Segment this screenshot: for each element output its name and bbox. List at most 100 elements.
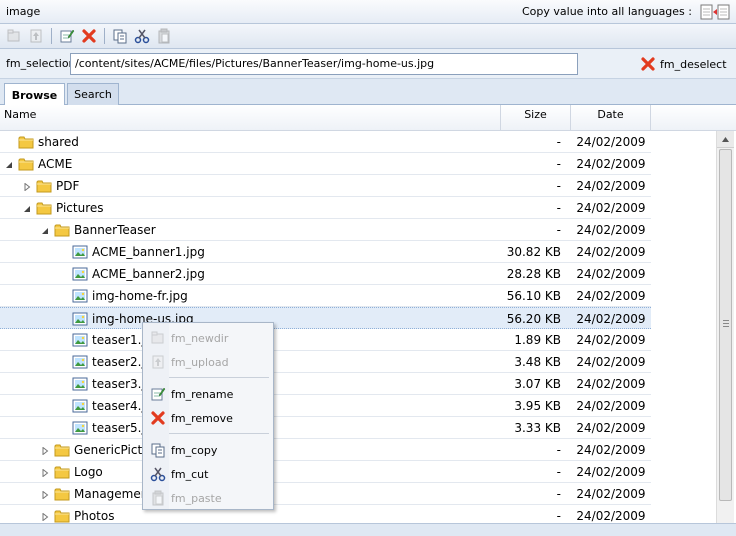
selection-path-input[interactable]	[70, 52, 578, 75]
copy-languages: Copy value into all languages :	[522, 4, 730, 20]
remove-icon	[82, 29, 96, 43]
context-menu-item-paste[interactable]: fm_paste	[145, 487, 271, 509]
context-menu-item-remove[interactable]: fm_remove	[145, 407, 271, 429]
remove-icon	[641, 57, 655, 71]
deselect-button[interactable]: fm_deselect	[640, 56, 727, 72]
column-date[interactable]: Date	[571, 105, 651, 131]
image-file-icon	[72, 266, 88, 282]
new-folder-icon	[145, 330, 171, 346]
tree-row-folder[interactable]: GenericPictures -24/02/2009	[0, 439, 651, 461]
rename-icon	[145, 386, 171, 402]
tree-item-size: 1.89 KB	[514, 333, 561, 347]
tree-item-name: PDF	[56, 179, 80, 193]
tree-row-folder[interactable]: shared - 24/02/2009	[0, 131, 651, 153]
tree-item-size: -	[556, 509, 561, 523]
tree-item-date: 24/02/2009	[576, 312, 646, 326]
tree-item-date: 24/02/2009	[576, 465, 646, 479]
tree-item-size: 56.20 KB	[506, 312, 561, 326]
tree-row-file[interactable]: img-home-us.jpg 56.20 KB 24/02/2009	[0, 307, 651, 329]
expand-toggle-icon[interactable]	[41, 467, 49, 478]
image-file-icon	[72, 311, 88, 327]
expand-toggle-icon[interactable]	[41, 511, 49, 522]
context-menu-item-copy[interactable]: fm_copy	[145, 439, 271, 461]
upload-icon	[145, 354, 171, 370]
tree-item-name: Photos	[74, 509, 115, 523]
folder-icon	[54, 222, 70, 238]
tree-row-file[interactable]: teaser2.jpg 3.48 KB 24/02/2009	[0, 351, 651, 373]
tree-item-size: -	[556, 465, 561, 479]
column-name[interactable]: Name	[0, 105, 501, 131]
tree-item-size: -	[556, 223, 561, 237]
scroll-grip	[723, 320, 729, 328]
tree-item-name: BannerTeaser	[74, 223, 156, 237]
toolbar-remove-button[interactable]	[79, 26, 99, 46]
tree-item-date: 24/02/2009	[576, 421, 646, 435]
folder-icon	[18, 134, 34, 150]
tree-item-size: -	[556, 157, 561, 171]
tree-row-file[interactable]: teaser5.jpg 3.33 KB 24/02/2009	[0, 417, 651, 439]
tree-row-folder[interactable]: Pictures - 24/02/2009	[0, 197, 651, 219]
column-size[interactable]: Size	[501, 105, 571, 131]
context-menu-item-upload[interactable]: fm_upload	[145, 351, 271, 373]
expand-toggle-icon[interactable]	[41, 489, 49, 500]
tree-row-file[interactable]: teaser4.jpg 3.95 KB 24/02/2009	[0, 395, 651, 417]
tree-item-name: img-home-fr.jpg	[92, 289, 188, 303]
context-menu-label: fm_upload	[171, 355, 229, 369]
arrow-up-icon	[722, 137, 729, 142]
tree-row-folder[interactable]: Management -24/02/2009	[0, 483, 651, 505]
title-bar: image Copy value into all languages :	[0, 0, 736, 24]
tree-item-size: 3.95 KB	[514, 399, 561, 413]
context-menu-item-cut[interactable]: fm_cut	[145, 463, 271, 485]
tree-row-file[interactable]: teaser1.jpg 1.89 KB 24/02/2009	[0, 329, 651, 351]
tree-item-name: Logo	[74, 465, 103, 479]
tab-search[interactable]: Search	[67, 83, 119, 105]
context-menu-label: fm_newdir	[171, 331, 229, 345]
tree-row-file[interactable]: ACME_banner2.jpg 28.28 KB 24/02/2009	[0, 263, 651, 285]
tree-row-file[interactable]: img-home-fr.jpg 56.10 KB 24/02/2009	[0, 285, 651, 307]
toolbar-paste-button[interactable]	[154, 26, 174, 46]
tree-row-folder[interactable]: BannerTeaser - 24/02/2009	[0, 219, 651, 241]
new-folder-icon	[7, 29, 20, 42]
tree-item-date: 24/02/2009	[576, 399, 646, 413]
tree-item-name: ACME_banner2.jpg	[92, 267, 205, 281]
collapse-toggle-icon[interactable]	[5, 159, 13, 168]
tree-item-date: 24/02/2009	[576, 267, 646, 281]
scroll-thumb[interactable]	[719, 149, 732, 501]
image-file-icon	[72, 288, 88, 304]
vertical-scrollbar[interactable]	[716, 131, 734, 523]
toolbar-cut-button[interactable]	[132, 26, 152, 46]
copy-languages-button[interactable]	[700, 4, 730, 20]
context-menu-label: fm_copy	[171, 443, 218, 457]
toolbar-rename-button[interactable]	[57, 26, 77, 46]
context-menu-label: fm_remove	[171, 411, 233, 425]
menu-separator	[169, 433, 269, 434]
context-menu-item-rename[interactable]: fm_rename	[145, 383, 271, 405]
tree-row-file[interactable]: ACME_banner1.jpg 30.82 KB 24/02/2009	[0, 241, 651, 263]
expand-toggle-icon[interactable]	[23, 181, 31, 192]
column-header: Name Size Date	[0, 105, 736, 131]
toolbar-separator	[51, 28, 52, 44]
tree-item-date: 24/02/2009	[576, 487, 646, 501]
folder-icon	[54, 508, 70, 523]
tab-browse[interactable]: Browse	[4, 83, 65, 106]
collapse-toggle-icon[interactable]	[41, 225, 49, 234]
toolbar-upload-button[interactable]	[26, 26, 46, 46]
toolbar-copy-button[interactable]	[110, 26, 130, 46]
context-menu-item-newdir[interactable]: fm_newdir	[145, 327, 271, 349]
tree-row-file[interactable]: teaser3.jpg 3.07 KB 24/02/2009	[0, 373, 651, 395]
expand-toggle-icon[interactable]	[41, 445, 49, 456]
column-filler	[651, 105, 736, 131]
tree-item-size: 28.28 KB	[506, 267, 561, 281]
toolbar-newdir-button[interactable]	[4, 26, 24, 46]
deselect-label: fm_deselect	[660, 57, 727, 71]
remove-icon	[145, 410, 171, 426]
tree-item-name: ACME_banner1.jpg	[92, 245, 205, 259]
tree-item-size: 56.10 KB	[506, 289, 561, 303]
tree-row-folder[interactable]: Logo - 24/02/2009	[0, 461, 651, 483]
tree-row-folder[interactable]: PDF - 24/02/2009	[0, 175, 651, 197]
image-file-icon	[72, 376, 88, 392]
collapse-toggle-icon[interactable]	[23, 203, 31, 212]
tree-row-folder[interactable]: Photos - 24/02/2009	[0, 505, 651, 523]
scroll-up-button[interactable]	[717, 131, 734, 148]
tree-row-folder[interactable]: ACME - 24/02/2009	[0, 153, 651, 175]
